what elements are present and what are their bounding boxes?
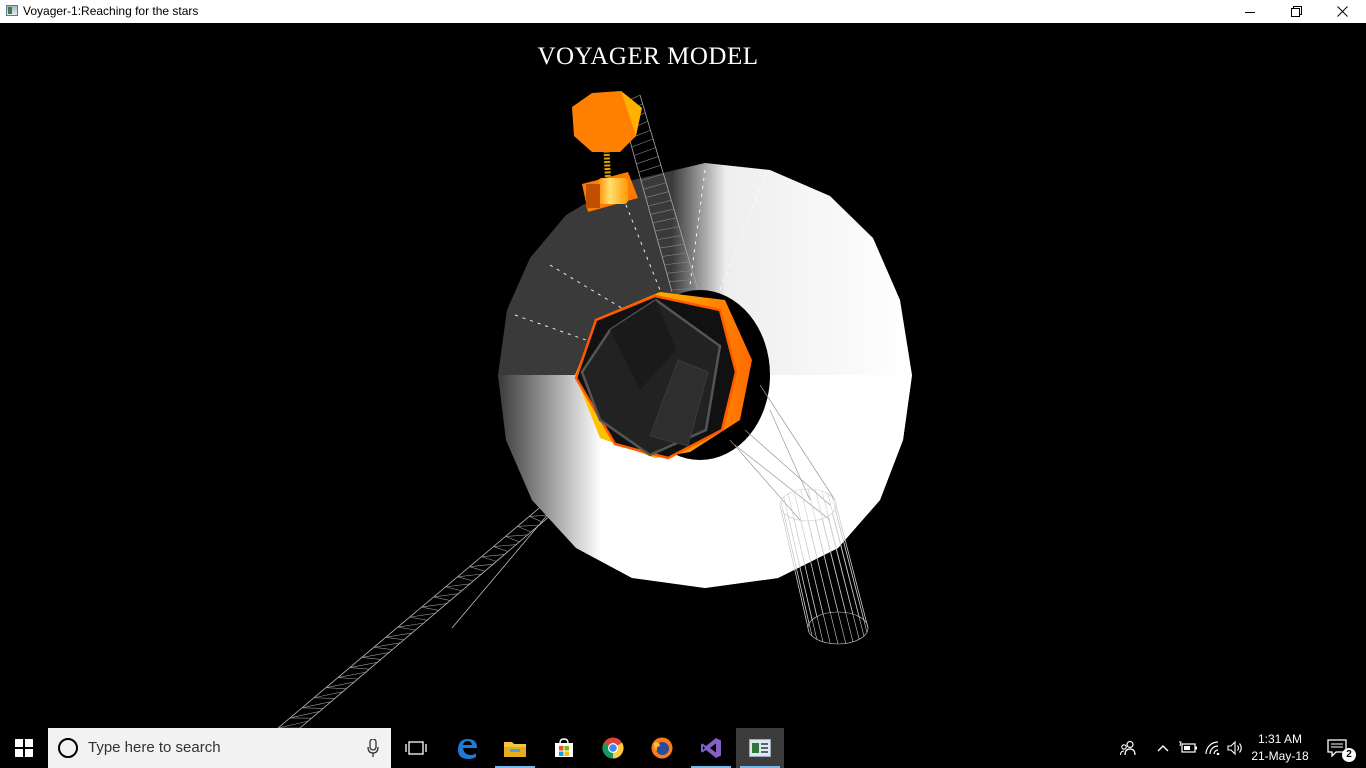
- chrome-icon: [602, 737, 624, 759]
- task-view-icon: [405, 741, 427, 755]
- file-explorer-icon: [504, 742, 526, 757]
- network-button[interactable]: [1202, 728, 1226, 768]
- start-button[interactable]: [0, 728, 48, 768]
- task-view-button[interactable]: [392, 728, 440, 768]
- search-box[interactable]: Type here to search: [48, 728, 391, 768]
- action-center-button[interactable]: 2: [1318, 728, 1366, 768]
- taskbar-app-visual-studio[interactable]: [687, 728, 735, 768]
- clock-date: 21-May-18: [1251, 749, 1309, 763]
- chevron-up-icon: [1157, 745, 1169, 752]
- microphone-icon[interactable]: [367, 739, 379, 757]
- restore-icon: [1290, 6, 1302, 17]
- edge-icon: [458, 739, 477, 759]
- notification-count-badge: 2: [1342, 748, 1356, 762]
- show-hidden-icons-button[interactable]: [1152, 728, 1174, 768]
- window-titlebar: Voyager-1:Reaching for the stars: [0, 0, 1366, 23]
- search-placeholder: Type here to search: [88, 739, 221, 756]
- battery-icon: [1179, 741, 1197, 753]
- render-viewport[interactable]: VOYAGER MODEL: [0, 23, 1366, 728]
- app-window-icon: [6, 5, 18, 16]
- taskbar: Type here to search 1:31 AM 21-May-18 2: [0, 728, 1366, 768]
- people-button[interactable]: [1114, 728, 1142, 768]
- taskbar-app-voyager[interactable]: [736, 728, 784, 768]
- taskbar-app-firefox[interactable]: [638, 728, 686, 768]
- close-button[interactable]: [1319, 0, 1365, 23]
- speaker-icon: [1227, 741, 1242, 755]
- store-icon: [555, 738, 573, 757]
- taskbar-app-file-explorer[interactable]: [491, 728, 539, 768]
- restore-button[interactable]: [1273, 0, 1319, 23]
- battery-button[interactable]: [1176, 728, 1200, 768]
- voyager-app-icon: [749, 739, 771, 757]
- window-title: Voyager-1:Reaching for the stars: [23, 4, 199, 18]
- voyager-model: [277, 91, 912, 728]
- firefox-icon: [651, 737, 673, 759]
- minimize-icon: [1245, 11, 1255, 13]
- visual-studio-icon: [701, 738, 721, 758]
- people-icon: [1120, 740, 1136, 756]
- taskbar-app-store[interactable]: [540, 728, 588, 768]
- cortana-icon: [58, 738, 78, 758]
- taskbar-clock[interactable]: 1:31 AM 21-May-18: [1244, 731, 1316, 765]
- rtg-assembly: [572, 91, 642, 212]
- close-icon: [1336, 6, 1348, 17]
- clock-time: 1:31 AM: [1257, 732, 1303, 746]
- wifi-icon: [1205, 741, 1220, 755]
- windows-icon: [15, 739, 33, 757]
- volume-button[interactable]: [1224, 728, 1246, 768]
- taskbar-app-chrome[interactable]: [589, 728, 637, 768]
- taskbar-app-edge[interactable]: [443, 728, 491, 768]
- minimize-button[interactable]: [1227, 0, 1273, 23]
